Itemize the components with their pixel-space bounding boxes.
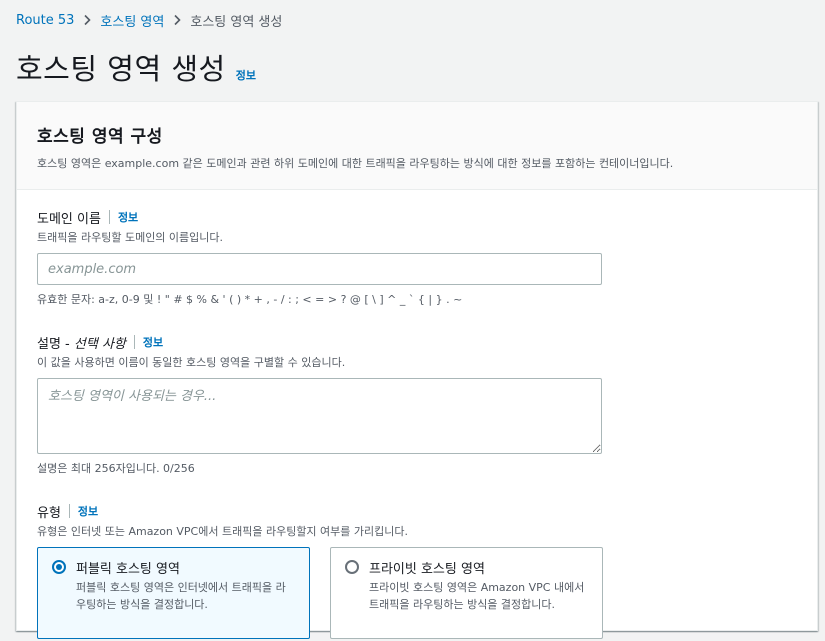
domain-name-input[interactable] <box>37 253 602 285</box>
description-help: 이 값을 사용하면 이름이 동일한 호스팅 영역을 구별할 수 있습니다. <box>37 356 346 369</box>
tile-public-text: 퍼블릭 호스팅 영역 퍼블릭 호스팅 영역은 인터넷에서 트래픽을 라우팅하는 … <box>76 558 295 628</box>
chevron-right-icon <box>74 14 100 26</box>
domain-name-label-row: 도메인 이름 정보 <box>37 208 797 227</box>
type-description: 유형은 인터넷 또는 Amazon VPC에서 트래픽을 라우팅할지 여부를 가… <box>37 525 409 538</box>
chevron-right-icon <box>164 14 190 26</box>
type-info-link[interactable]: 정보 <box>78 503 98 519</box>
label-divider <box>133 335 135 349</box>
type-field: 유형 정보 유형은 인터넷 또는 Amazon VPC에서 트래픽을 라우팅할지… <box>37 502 797 639</box>
description-info-link[interactable]: 정보 <box>143 334 163 350</box>
description-textarea[interactable] <box>37 378 602 454</box>
hosted-zone-config-panel: 호스팅 영역 구성 호스팅 영역은 example.com 같은 도메인과 관련… <box>16 101 818 639</box>
description-constraint: 설명은 최대 256자입니다. 0/256 <box>37 462 195 475</box>
description-field: 설명 - 선택 사항 정보 이 값을 사용하면 이름이 동일한 호스팅 영역을 … <box>37 333 797 476</box>
page-info-link[interactable]: 정보 <box>236 67 256 83</box>
tile-private-title: 프라이빗 호스팅 영역 <box>369 562 485 577</box>
radio-public[interactable] <box>52 560 66 574</box>
domain-name-label: 도메인 이름 <box>37 211 101 227</box>
breadcrumb: Route 53 호스팅 영역 호스팅 영역 생성 <box>16 10 282 30</box>
type-label-row: 유형 정보 <box>37 502 797 521</box>
label-divider <box>108 210 110 224</box>
type-label: 유형 <box>37 505 61 521</box>
panel-description: 호스팅 영역은 example.com 같은 도메인과 관련 하위 도메인에 대… <box>37 157 674 170</box>
tile-private-description: 프라이빗 호스팅 영역은 Amazon VPC 내에서 트래픽을 라우팅하는 방… <box>369 581 585 611</box>
type-tiles: 퍼블릭 호스팅 영역 퍼블릭 호스팅 영역은 인터넷에서 트래픽을 라우팅하는 … <box>37 547 797 639</box>
tile-public-description: 퍼블릭 호스팅 영역은 인터넷에서 트래픽을 라우팅하는 방식을 결정합니다. <box>76 581 286 611</box>
description-optional: 선택 사항 <box>73 336 126 352</box>
label-divider <box>68 504 70 518</box>
panel-title: 호스팅 영역 구성 <box>37 127 163 147</box>
panel-header: 호스팅 영역 구성 호스팅 영역은 example.com 같은 도메인과 관련… <box>17 102 817 190</box>
domain-name-info-link[interactable]: 정보 <box>118 209 138 225</box>
description-label: 설명 - 선택 사항 <box>37 336 126 352</box>
page-header: 호스팅 영역 생성 정보 <box>16 46 256 88</box>
page-title: 호스팅 영역 생성 <box>16 52 226 86</box>
tile-private-hosted-zone[interactable]: 프라이빗 호스팅 영역 프라이빗 호스팅 영역은 Amazon VPC 내에서 … <box>330 547 603 639</box>
breadcrumb-route53[interactable]: Route 53 <box>16 13 74 28</box>
tile-private-text: 프라이빗 호스팅 영역 프라이빗 호스팅 영역은 Amazon VPC 내에서 … <box>369 558 588 628</box>
domain-name-field: 도메인 이름 정보 트래픽을 라우팅할 도메인의 이름입니다. 유효한 문자: … <box>37 208 797 307</box>
breadcrumb-current: 호스팅 영역 생성 <box>190 14 283 30</box>
tile-public-title: 퍼블릭 호스팅 영역 <box>76 562 180 577</box>
panel-body: 도메인 이름 정보 트래픽을 라우팅할 도메인의 이름입니다. 유효한 문자: … <box>17 190 817 639</box>
domain-name-constraint: 유효한 문자: a-z, 0-9 및 ! " # $ % & ' ( ) * +… <box>37 293 463 306</box>
tile-public-hosted-zone[interactable]: 퍼블릭 호스팅 영역 퍼블릭 호스팅 영역은 인터넷에서 트래픽을 라우팅하는 … <box>37 547 310 639</box>
radio-private[interactable] <box>345 560 359 574</box>
description-label-row: 설명 - 선택 사항 정보 <box>37 333 797 352</box>
domain-name-description: 트래픽을 라우팅할 도메인의 이름입니다. <box>37 231 224 244</box>
breadcrumb-hosted-zones[interactable]: 호스팅 영역 <box>100 11 164 30</box>
